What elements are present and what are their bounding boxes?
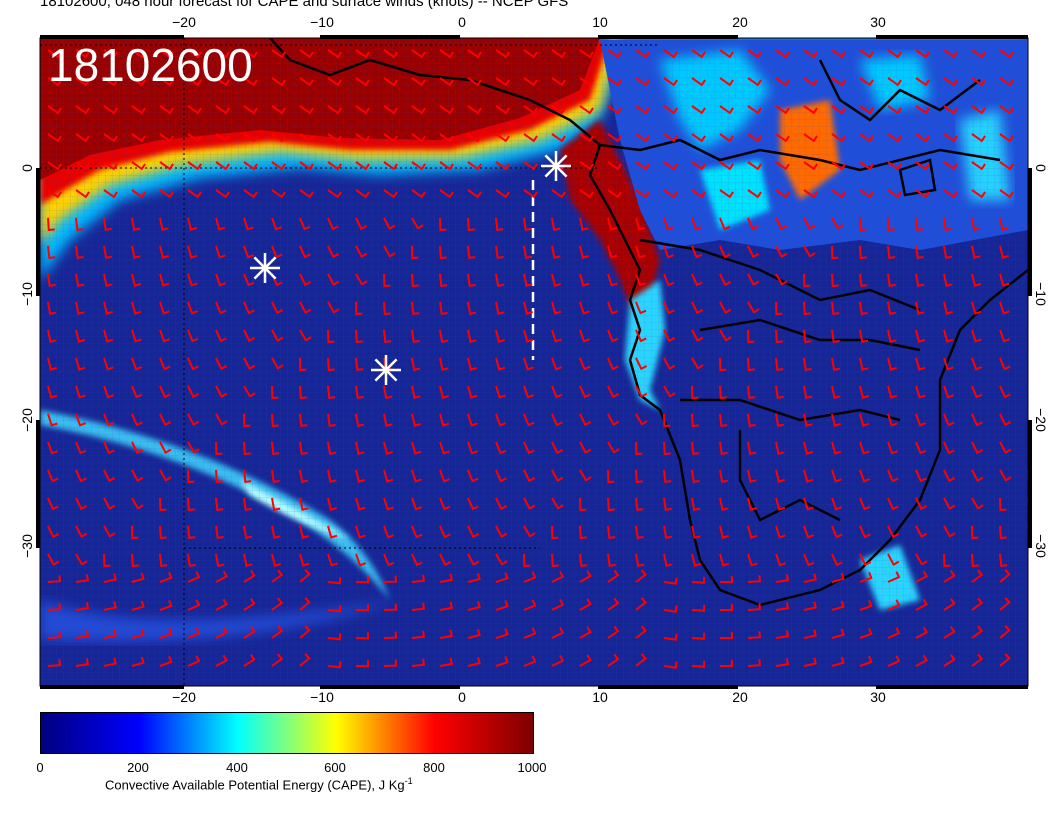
- wind-barb: [1027, 134, 1028, 136]
- lat-tick-left: −20: [19, 408, 35, 432]
- wind-barb: [1027, 638, 1028, 640]
- wind-barb: [1027, 386, 1028, 389]
- wind-barb: [1027, 582, 1028, 584]
- lon-tick-bottom: 0: [458, 689, 466, 705]
- lat-tick-left: −10: [19, 282, 35, 306]
- wind-barb: [1027, 610, 1028, 612]
- lat-tick-left: −30: [19, 534, 35, 558]
- lon-tick-top: −10: [310, 14, 334, 30]
- lon-tick-top: −20: [172, 14, 196, 30]
- cape-map: −20 −10 0 10 20 30 −20 −10 0 10 20 30 0 …: [19, 14, 1049, 705]
- lat-tick-right: 0: [1033, 164, 1049, 172]
- wind-barb: [1027, 50, 1028, 52]
- lon-tick-bottom: −10: [310, 689, 334, 705]
- colorbar-tick: 800: [423, 760, 445, 775]
- lon-tick-bottom: 20: [732, 689, 748, 705]
- lon-tick-top: 10: [592, 14, 608, 30]
- lon-tick-bottom: 10: [592, 689, 608, 705]
- cape-field: [40, 38, 1028, 686]
- wind-barb: [1027, 358, 1028, 361]
- asterisk-marker: [541, 151, 571, 181]
- wind-barb: [1027, 78, 1028, 80]
- right-latitude-ticks: 0 −10 −20 −30: [1033, 164, 1049, 558]
- colorbar-tick: 0: [36, 760, 44, 775]
- page-title: 18102600, 048 hour forecast for CAPE and…: [40, 0, 569, 10]
- lon-tick-top: 30: [870, 14, 886, 30]
- lon-tick-bottom: −20: [172, 689, 196, 705]
- colorbar-tick: 1000: [517, 760, 547, 775]
- colorbar-title: Convective Available Potential Energy (C…: [105, 776, 413, 792]
- lat-tick-right: −30: [1033, 534, 1049, 558]
- asterisk-marker: [371, 355, 401, 385]
- asterisk-marker: [250, 253, 280, 283]
- lat-tick-left: 0: [19, 164, 35, 172]
- date-stamp: 18102600: [48, 39, 253, 91]
- colorbar-tick: 400: [226, 760, 248, 775]
- colorbar-unit-exponent: -1: [404, 776, 413, 786]
- colorbar: [40, 712, 534, 754]
- wind-barb: [1027, 666, 1028, 668]
- bottom-longitude-ticks: −20 −10 0 10 20 30: [172, 689, 886, 705]
- lat-tick-right: −20: [1033, 408, 1049, 432]
- lon-tick-top: 20: [732, 14, 748, 30]
- top-longitude-ticks: −20 −10 0 10 20 30: [172, 14, 886, 30]
- lon-tick-top: 0: [458, 14, 466, 30]
- colorbar-tick: 600: [324, 760, 346, 775]
- lat-tick-right: −10: [1033, 282, 1049, 306]
- wind-barb: [1027, 106, 1028, 108]
- colorbar-tick: 200: [127, 760, 149, 775]
- colorbar-title-text: Convective Available Potential Energy (C…: [105, 777, 405, 793]
- lon-tick-bottom: 30: [870, 689, 886, 705]
- wind-barb: [1027, 330, 1028, 333]
- left-latitude-ticks: 0 −10 −20 −30: [19, 164, 35, 558]
